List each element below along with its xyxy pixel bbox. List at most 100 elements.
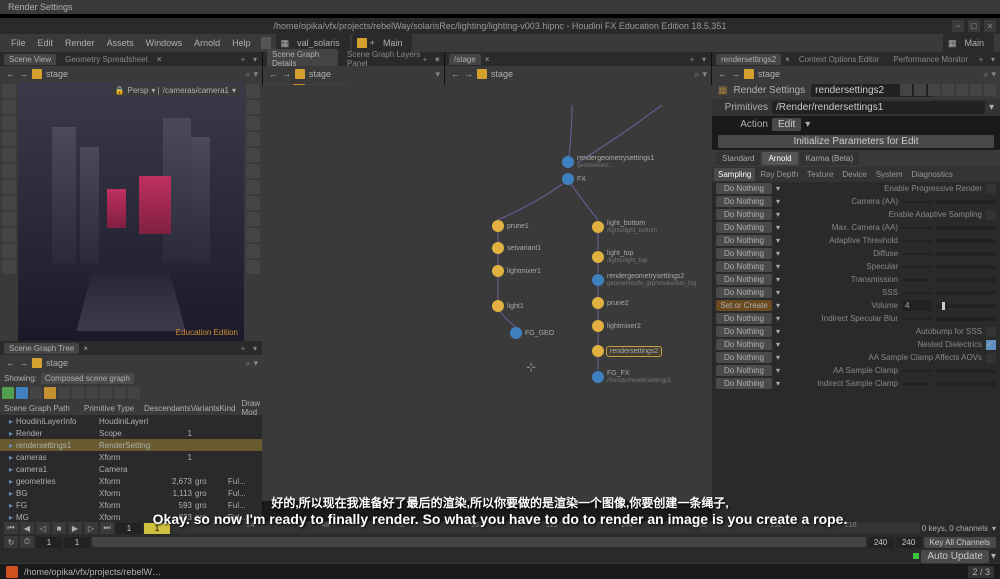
loop-button[interactable]: ↻ xyxy=(4,536,18,548)
subtab-diag[interactable]: Diagnostics xyxy=(908,168,957,181)
subtab-ray[interactable]: Ray Depth xyxy=(756,168,802,181)
ng-add[interactable]: Add xyxy=(451,83,475,97)
detail-row[interactable]: aspect…expandAperture xyxy=(263,167,444,178)
viewport-camera-bar[interactable]: 🔒 Persp ▾ | /cameras/camera1 ▾ xyxy=(111,84,240,97)
rtool-1[interactable] xyxy=(246,84,260,98)
d-icon-4[interactable] xyxy=(307,84,319,96)
tool-8[interactable] xyxy=(2,196,16,210)
tab-scene-tree[interactable]: Scene Graph Tree xyxy=(4,343,79,354)
tree-icon-8[interactable] xyxy=(100,387,112,399)
rtool-2[interactable] xyxy=(246,100,260,114)
detail-row[interactable]: resoluti…[1920, 1080] xyxy=(263,233,444,244)
play-button[interactable]: ▶ xyxy=(68,522,82,534)
cur-frame-input[interactable]: 1 xyxy=(116,523,142,534)
tab-standard[interactable]: Standard xyxy=(716,152,760,165)
menu-edit[interactable]: Edit xyxy=(33,36,59,50)
range-slider[interactable] xyxy=(92,537,866,547)
move-tool[interactable] xyxy=(2,100,16,114)
ng-icon-6[interactable] xyxy=(970,84,982,96)
rtool-8[interactable] xyxy=(246,196,260,210)
node[interactable]: rendersettings2 xyxy=(592,345,661,357)
rstart-input[interactable]: 1 xyxy=(64,537,90,548)
detail-row[interactable]: camera xyxy=(263,123,444,134)
stage-label[interactable]: stage xyxy=(46,69,68,79)
tool-10[interactable] xyxy=(2,228,16,242)
tree-row[interactable]: ▸geometriesXform2,673groFul... xyxy=(0,475,262,487)
detail-row[interactable]: instant…False xyxy=(263,200,444,211)
tree-icon-7[interactable] xyxy=(86,387,98,399)
tree-icon-9[interactable] xyxy=(114,387,126,399)
rtool-6[interactable] xyxy=(246,164,260,178)
menu-help[interactable]: Help xyxy=(227,36,256,50)
init-params-button[interactable]: Initialize Parameters for Edit xyxy=(718,135,994,148)
rtool-4[interactable] xyxy=(246,132,260,146)
rtool-10[interactable] xyxy=(246,228,260,242)
realtime-button[interactable]: ⏱ xyxy=(20,536,34,548)
ng-help[interactable]: Help xyxy=(622,83,649,97)
subtab-system[interactable]: System xyxy=(872,168,907,181)
panel-menu-icon[interactable]: ▾ xyxy=(250,55,260,64)
ng-view[interactable]: View xyxy=(525,83,552,97)
start-frame-input[interactable]: 1 xyxy=(36,537,62,548)
tab-istage[interactable]: /stage xyxy=(449,54,481,65)
ng-icon-5[interactable] xyxy=(956,84,968,96)
tool-9[interactable] xyxy=(2,212,16,226)
d-icon-2[interactable] xyxy=(279,84,291,96)
rtool-9[interactable] xyxy=(246,212,260,226)
panel-pin-icon[interactable]: + xyxy=(238,55,248,64)
d-icon-3[interactable] xyxy=(293,84,305,96)
tree-icon-10[interactable] xyxy=(128,387,140,399)
ng-layout[interactable]: Layout xyxy=(585,83,620,97)
node[interactable]: lightmixer2 xyxy=(592,320,641,332)
rtool-12[interactable] xyxy=(246,260,260,274)
node[interactable]: FG_FX/Render/rendersettings1 xyxy=(592,370,671,384)
tool-12[interactable] xyxy=(2,260,16,274)
tree-row[interactable]: ▸HoudiniLayerInfoHoudiniLayerI xyxy=(0,415,262,427)
d-icon-5[interactable] xyxy=(321,84,333,96)
ng-icon-4[interactable] xyxy=(942,84,954,96)
3d-viewport[interactable]: 🔒 Persp ▾ | /cameras/camera1 ▾ Education… xyxy=(18,82,244,341)
detail-row[interactable]: arnold:…2 xyxy=(263,145,444,156)
tab-scene-view[interactable]: Scene View xyxy=(4,54,56,65)
tab-arnold[interactable]: Arnold xyxy=(762,152,797,165)
composed-graph-button[interactable]: Composed scene graph xyxy=(41,373,134,384)
tree-icon-6[interactable] xyxy=(72,387,84,399)
ng-icon-7[interactable] xyxy=(984,84,996,96)
detail-row[interactable]: materi…token[2]: [full, a… xyxy=(263,211,444,222)
tree-icon-2[interactable] xyxy=(16,387,28,399)
detail-row[interactable]: arnold:…4 xyxy=(263,156,444,167)
tree-row[interactable]: ▸camera1Camera xyxy=(0,463,262,475)
auto-update-button[interactable]: Auto Update xyxy=(921,550,989,563)
detail-row[interactable]: pixelAs…1 xyxy=(263,222,444,233)
goto-start-button[interactable]: ⏮ xyxy=(4,522,18,534)
ng-icon-1[interactable] xyxy=(900,84,912,96)
key-all-button[interactable]: Key All Channels xyxy=(924,537,996,548)
d-icon-1[interactable] xyxy=(265,84,277,96)
ng-edit[interactable]: Edit xyxy=(477,83,501,97)
rtool-5[interactable] xyxy=(246,148,260,162)
desktop-selector-right[interactable]: ▦ Main xyxy=(943,34,994,52)
rtool-7[interactable] xyxy=(246,180,260,194)
tab-perf-mon[interactable]: Performance Monitor xyxy=(888,54,973,65)
tab-geo-spreadsheet[interactable]: Geometry Spreadsheet xyxy=(60,54,153,65)
maximize-button[interactable]: □ xyxy=(968,20,980,32)
rtool-11[interactable] xyxy=(246,244,260,258)
rend-input[interactable]: 240 xyxy=(868,537,894,548)
ng-go[interactable]: Go xyxy=(503,83,523,97)
ng-icon-2[interactable] xyxy=(914,84,926,96)
menu-arnold[interactable]: Arnold xyxy=(189,36,225,50)
tree-row[interactable]: ▸FGXform593groFul... xyxy=(0,499,262,511)
goto-end-button[interactable]: ⏭ xyxy=(100,522,114,534)
tree-icon-4[interactable] xyxy=(44,387,56,399)
close-button[interactable]: × xyxy=(984,20,996,32)
ng-icon-3[interactable] xyxy=(928,84,940,96)
ng-tools[interactable]: Tools xyxy=(554,83,583,97)
tool-11[interactable] xyxy=(2,244,16,258)
tree-row[interactable]: ▸camerasXform1 xyxy=(0,451,262,463)
edit-button[interactable]: Edit xyxy=(772,118,801,131)
minimize-button[interactable]: − xyxy=(952,20,964,32)
details-body[interactable]: ▾ /Render/re…cameraproductsarnold:…2arno… xyxy=(263,112,444,306)
tab-karma[interactable]: Karma (Beta) xyxy=(800,152,860,165)
stop-button[interactable]: ■ xyxy=(52,522,66,534)
d-icon-6[interactable] xyxy=(335,84,347,96)
